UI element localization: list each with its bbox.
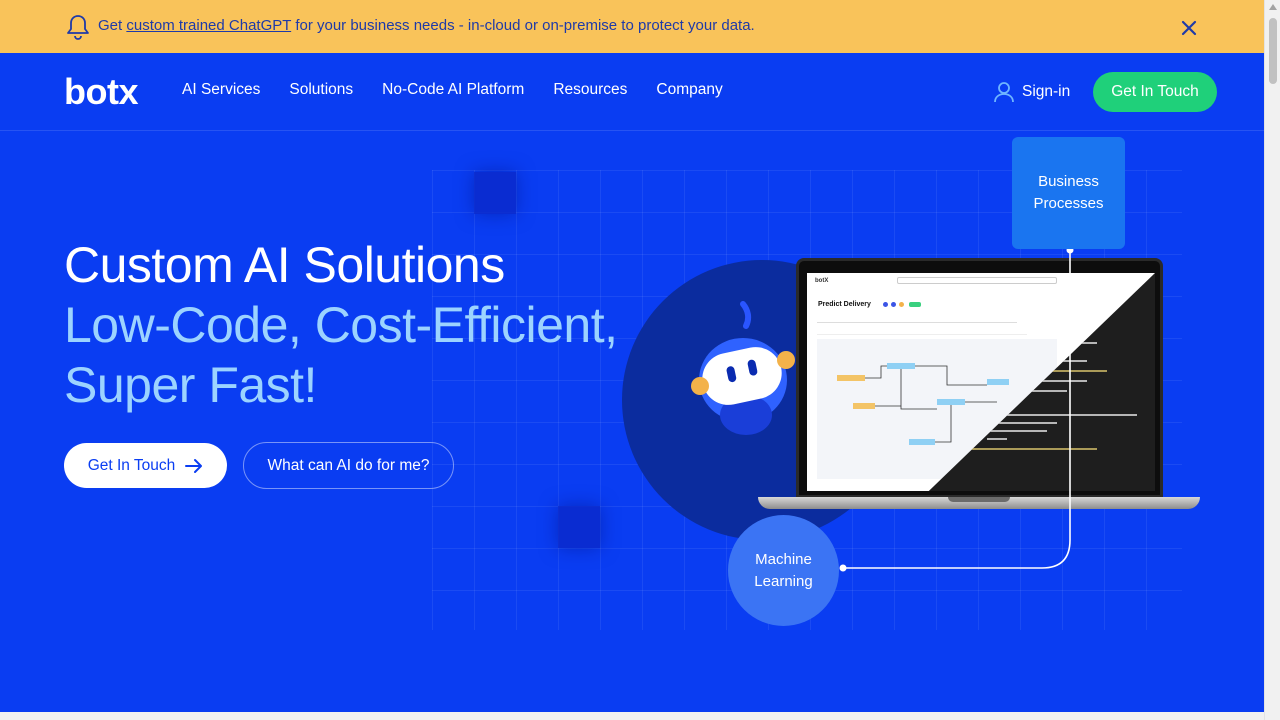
main-navbar: botx AI Services Solutions No-Code AI Pl… bbox=[0, 53, 1264, 131]
screen-toolbar bbox=[817, 329, 1027, 335]
status-dot bbox=[899, 302, 904, 307]
nav-item-resources[interactable]: Resources bbox=[553, 81, 627, 99]
screen-tabs bbox=[817, 315, 1017, 323]
nav-item-company[interactable]: Company bbox=[656, 81, 722, 99]
hero-get-in-touch-label: Get In Touch bbox=[87, 456, 176, 474]
business-processes-card: Business Processes bbox=[1012, 137, 1125, 249]
nav-get-in-touch-button[interactable]: Get In Touch bbox=[1093, 72, 1217, 112]
app-screenshot: botX Predict Delivery bbox=[807, 273, 1155, 491]
page-bottom-strip bbox=[0, 712, 1264, 720]
status-dot bbox=[883, 302, 888, 307]
announcement-suffix: for your business needs - in-cloud or on… bbox=[291, 17, 755, 34]
scroll-up-icon[interactable] bbox=[1269, 4, 1277, 10]
status-dot bbox=[891, 302, 896, 307]
machine-learning-badge: Machine Learning bbox=[728, 515, 839, 626]
announcement-text: Get custom trained ChatGPT for your busi… bbox=[98, 17, 755, 34]
decor-square bbox=[474, 172, 516, 214]
hero-get-in-touch-button[interactable]: Get In Touch bbox=[64, 443, 227, 488]
screen-title: Predict Delivery bbox=[818, 301, 871, 308]
hero-subtitle-line1: Low-Code, Cost-Efficient, bbox=[64, 297, 618, 353]
bell-icon bbox=[67, 15, 89, 40]
hero-title: Custom AI Solutions bbox=[64, 237, 505, 293]
laptop-notch bbox=[948, 497, 1010, 502]
announcement-bar: Get custom trained ChatGPT for your busi… bbox=[0, 0, 1264, 53]
signin-link[interactable]: Sign-in bbox=[994, 81, 1070, 103]
announcement-link[interactable]: custom trained ChatGPT bbox=[126, 17, 291, 34]
status-pill bbox=[909, 302, 921, 307]
nav-item-ai-services[interactable]: AI Services bbox=[182, 81, 260, 99]
signin-label: Sign-in bbox=[1022, 83, 1071, 100]
screen-search-box bbox=[897, 277, 1057, 284]
announcement-prefix: Get bbox=[98, 17, 127, 34]
arrow-right-icon bbox=[185, 458, 203, 473]
close-icon[interactable] bbox=[1179, 18, 1199, 38]
hero-subtitle-line2: Super Fast! bbox=[64, 357, 317, 413]
vertical-scrollbar[interactable] bbox=[1264, 0, 1280, 720]
screen-app-name: botX bbox=[815, 278, 829, 284]
robot-mascot-icon bbox=[691, 301, 795, 435]
scroll-thumb[interactable] bbox=[1269, 18, 1277, 84]
laptop-screen: botX Predict Delivery bbox=[796, 258, 1163, 498]
nav-item-no-code-ai-platform[interactable]: No-Code AI Platform bbox=[382, 81, 524, 99]
decor-square bbox=[558, 506, 600, 548]
nav-item-solutions[interactable]: Solutions bbox=[289, 81, 353, 99]
page-viewport: Get custom trained ChatGPT for your busi… bbox=[0, 0, 1264, 712]
user-icon bbox=[994, 82, 1014, 103]
what-can-ai-do-button[interactable]: What can AI do for me? bbox=[243, 442, 454, 489]
logo[interactable]: botx bbox=[64, 71, 139, 113]
nav-menu: AI Services Solutions No-Code AI Platfor… bbox=[182, 81, 752, 99]
